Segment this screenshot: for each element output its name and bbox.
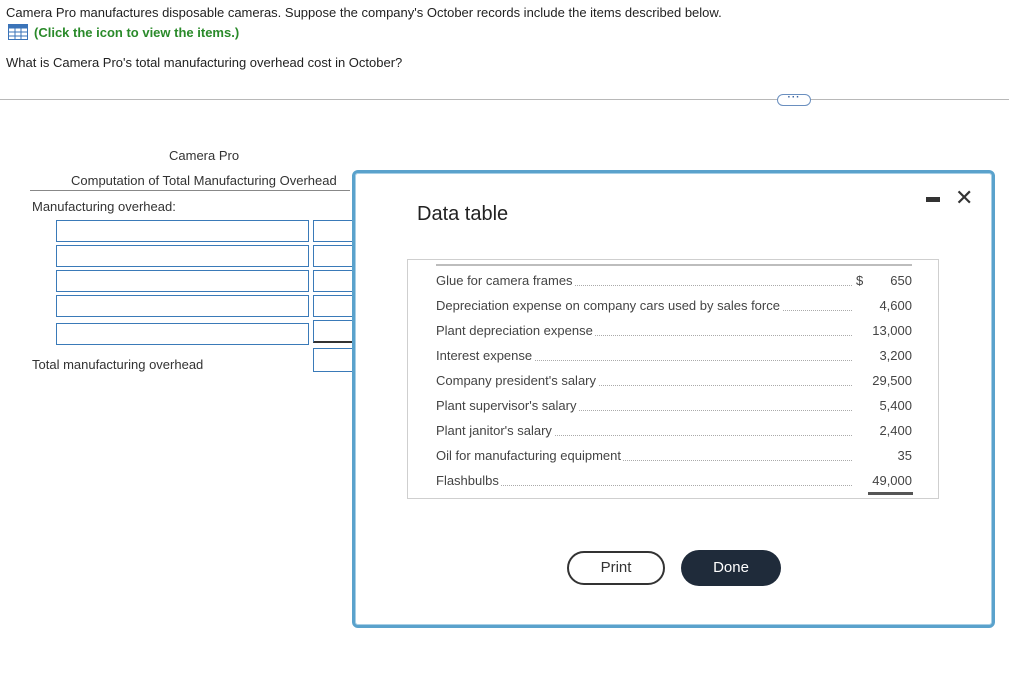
worksheet-company: Camera Pro [169, 148, 240, 163]
data-table-row: Plant janitor's salary 2,400 [436, 423, 912, 441]
row-value: 4,600 [879, 298, 912, 313]
data-table-row: Glue for camera frames $650 [436, 273, 912, 291]
data-table-row: Company president's salary 29,500 [436, 373, 912, 391]
row-label: Plant janitor's salary [436, 423, 554, 438]
data-table-row: Depreciation expense on company cars use… [436, 298, 912, 316]
row-currency: $ [856, 273, 864, 288]
overhead-section-label: Manufacturing overhead: [32, 199, 176, 214]
overhead-item-input-5[interactable] [56, 323, 309, 345]
row-label: Glue for camera frames [436, 273, 575, 288]
print-button[interactable]: Print [567, 551, 665, 585]
data-table-row: Oil for manufacturing equipment 35 [436, 448, 912, 466]
row-value: 5,400 [879, 398, 912, 413]
row-label: Plant depreciation expense [436, 323, 595, 338]
row-value: 29,500 [872, 373, 912, 388]
data-table-row: Plant depreciation expense 13,000 [436, 323, 912, 341]
modal-title: Data table [417, 203, 509, 225]
overhead-item-input-4[interactable] [56, 295, 309, 317]
close-icon[interactable]: ✕ [955, 187, 973, 209]
question-intro: Camera Pro manufactures disposable camer… [6, 5, 722, 20]
data-table: Glue for camera frames $650 Depreciation e… [407, 259, 939, 499]
row-label: Interest expense [436, 348, 535, 363]
row-label: Plant supervisor's salary [436, 398, 579, 413]
table-grid-icon[interactable] [8, 24, 28, 40]
row-label: Oil for manufacturing equipment [436, 448, 623, 463]
worksheet-title-rule [30, 190, 350, 191]
row-value: 650 [890, 273, 912, 288]
row-value: 49,000 [872, 473, 912, 488]
row-value: 3,200 [879, 348, 912, 363]
view-items-link[interactable]: (Click the icon to view the items.) [8, 24, 239, 40]
overhead-item-input-1[interactable] [56, 220, 309, 242]
row-value: 13,000 [872, 323, 912, 338]
data-table-row: Plant supervisor's salary 5,400 [436, 398, 912, 416]
row-label: Flashbulbs [436, 473, 501, 488]
done-button[interactable]: Done [681, 550, 781, 586]
section-divider [0, 99, 1009, 100]
question-prompt: What is Camera Pro's total manufacturing… [6, 55, 403, 70]
data-table-modal: Data table ✕ Glue for camera frames $650 D… [352, 170, 995, 628]
total-overhead-label: Total manufacturing overhead [32, 357, 204, 372]
row-value: 2,400 [879, 423, 912, 438]
data-table-row: Interest expense 3,200 [436, 348, 912, 366]
minimize-icon[interactable] [926, 197, 940, 202]
row-value: 35 [897, 448, 912, 463]
row-label: Depreciation expense on company cars use… [436, 298, 782, 313]
data-table-row: Flashbulbs 49,000 [436, 473, 912, 491]
overhead-item-input-3[interactable] [56, 270, 309, 292]
row-label: Company president's salary [436, 373, 598, 388]
ellipsis-icon[interactable]: ··· [777, 93, 811, 106]
overhead-item-input-2[interactable] [56, 245, 309, 267]
view-items-hint[interactable]: (Click the icon to view the items.) [34, 25, 239, 40]
worksheet-title: Computation of Total Manufacturing Overh… [71, 173, 337, 188]
table-total-rule [868, 492, 913, 495]
table-top-rule [436, 264, 912, 266]
